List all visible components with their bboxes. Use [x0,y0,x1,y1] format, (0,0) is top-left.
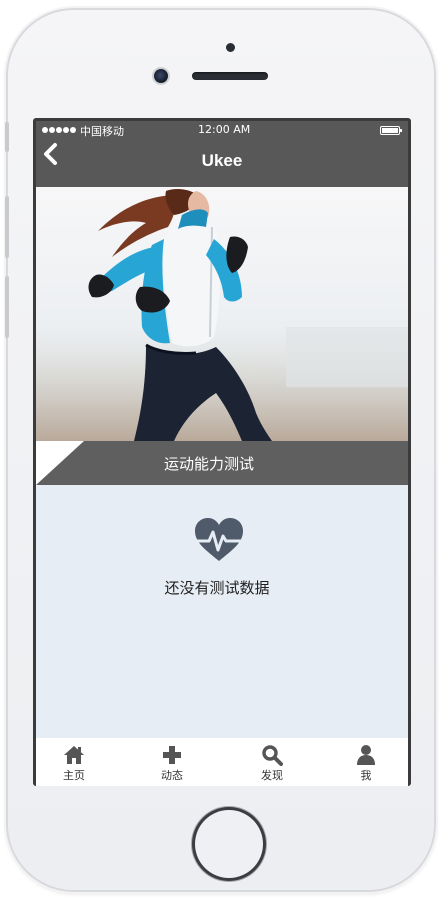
user-icon [357,745,375,765]
signal-strength-icon [42,124,76,133]
tab-discover-label: 发现 [261,769,283,782]
app-header: 中国移动 12:00 AM Ukee [36,121,408,187]
phone-screen: 中国移动 12:00 AM Ukee 运动能力测试 还没有测试数据 主页 动态 … [33,118,411,786]
carrier-name: 中国移动 [80,125,124,138]
plus-icon [163,746,181,764]
bottom-tab-bar: 主页 动态 发现 我 [36,738,408,786]
woman-running-photo [36,187,408,441]
tab-discover[interactable]: 发现 [242,738,302,786]
section-header: 运动能力测试 [36,441,408,485]
mute-switch [5,122,9,152]
app-viewport: 中国移动 12:00 AM Ukee 运动能力测试 还没有测试数据 主页 动态 … [36,121,408,786]
tab-home-label: 主页 [63,769,85,782]
empty-state-message: 还没有测试数据 [164,579,270,597]
tab-me[interactable]: 我 [336,738,396,786]
volume-up-button [5,196,9,258]
earpiece-speaker [192,72,268,80]
section-title: 运动能力测试 [163,455,254,473]
tab-activity-label: 动态 [161,769,183,782]
battery-icon [380,126,402,135]
home-icon [64,746,84,764]
volume-down-button [5,276,9,338]
heart-pulse-icon [194,518,244,561]
status-bar: 中国移动 12:00 AM [36,121,408,139]
front-camera [154,69,168,83]
status-time: 12:00 AM [198,123,251,136]
app-title: Ukee [201,151,243,170]
proximity-sensor [226,43,235,52]
tab-home[interactable]: 主页 [44,738,104,786]
tab-me-label: 我 [360,769,372,782]
tab-activity[interactable]: 动态 [142,738,202,786]
home-button[interactable] [195,810,263,878]
search-icon [262,745,283,766]
